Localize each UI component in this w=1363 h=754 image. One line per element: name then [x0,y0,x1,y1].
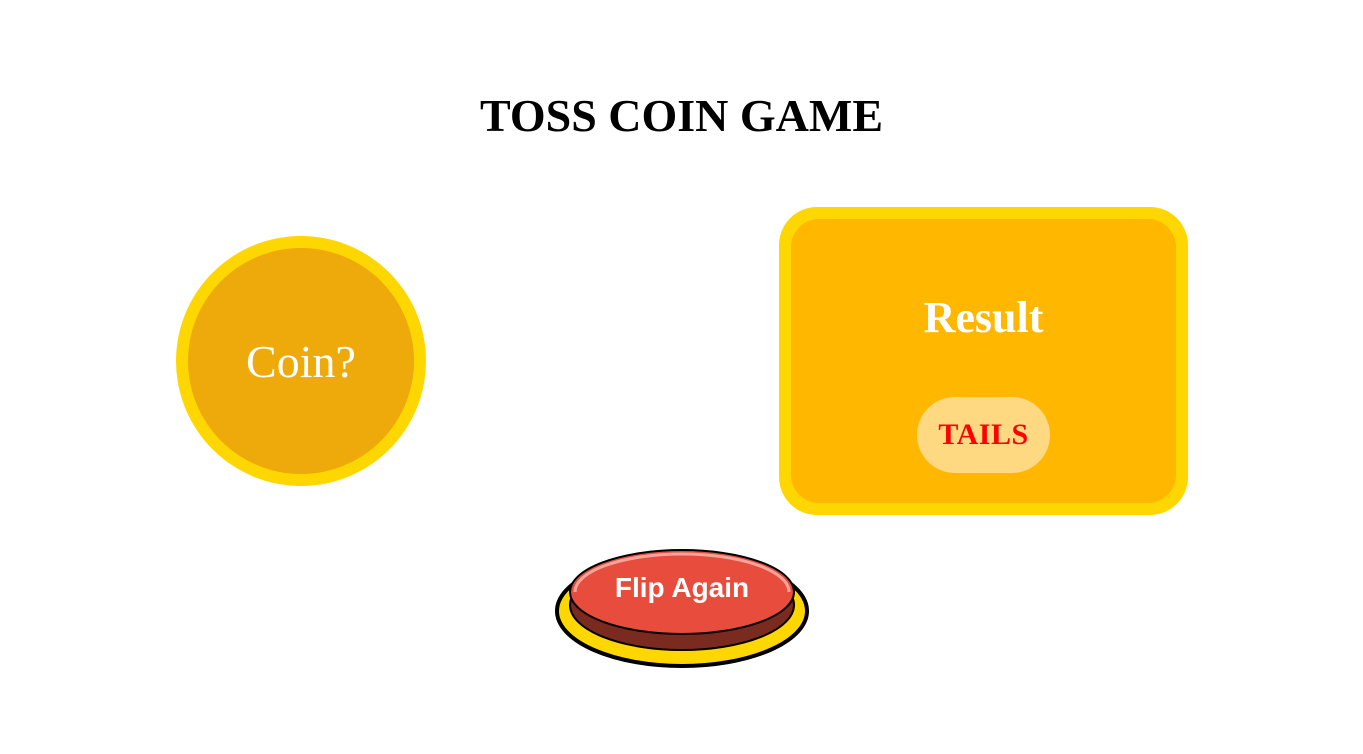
result-title: Result [923,293,1044,342]
result-card: Result TAILS [779,207,1188,515]
flip-again-button[interactable]: Flip Again [555,548,811,670]
coin: Coin? [176,236,426,486]
result-value: TAILS [938,418,1029,451]
result-panel: Result TAILS [791,219,1176,503]
flip-again-label: Flip Again [614,572,750,603]
coin-face: Coin? [188,248,414,474]
coin-label: Coin? [246,335,356,387]
page-title: TOSS COIN GAME [479,90,884,141]
flip-button-graphic [555,549,809,668]
result-badge: TAILS [917,397,1050,473]
